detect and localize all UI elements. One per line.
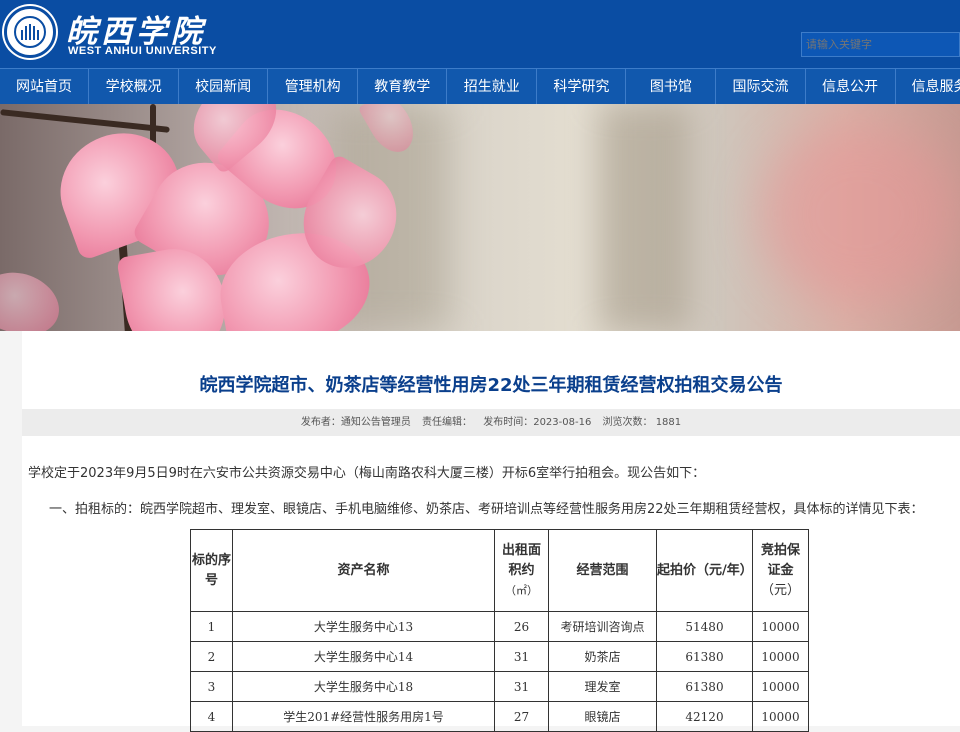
cell-name: 学生201#经营性服务用房1号 <box>232 701 495 732</box>
nav-item-library[interactable]: 图书馆 <box>626 69 717 105</box>
cell-area: 31 <box>494 671 549 702</box>
article-meta: 发布者：通知公告管理员 责任编辑： 发布时间：2023-08-16 浏览次数： … <box>22 409 960 436</box>
meta-date: 发布时间：2023-08-16 <box>483 417 592 428</box>
cell-seq: 1 <box>190 611 233 642</box>
nav-item-disclosure[interactable]: 信息公开 <box>806 69 896 105</box>
branch-shape <box>0 109 170 133</box>
cell-seq: 3 <box>190 671 233 702</box>
cell-name: 大学生服务中心14 <box>232 641 495 672</box>
nav-item-home[interactable]: 网站首页 <box>0 69 90 105</box>
cell-price: 61380 <box>656 641 753 672</box>
cell-price: 42120 <box>656 701 753 732</box>
article-paragraph-2: 一、拍租标的：皖西学院超市、理发室、眼镜店、手机电脑维修、奶茶店、考研培训点等经… <box>49 502 924 517</box>
nav-item-research[interactable]: 科学研究 <box>537 69 627 105</box>
banner-image <box>0 104 960 331</box>
cell-area: 31 <box>494 641 549 672</box>
table-row: 3 大学生服务中心18 31 理发室 61380 10000 <box>190 671 809 702</box>
header-deposit: 竞拍保 证金 （元） <box>752 529 809 612</box>
nav-item-news[interactable]: 校园新闻 <box>179 69 269 105</box>
nav-item-admissions[interactable]: 招生就业 <box>447 69 538 105</box>
nav-item-administration[interactable]: 管理机构 <box>268 69 359 105</box>
blossom-petal <box>0 262 68 331</box>
cell-deposit: 10000 <box>752 641 809 672</box>
table-row: 4 学生201#经营性服务用房1号 27 眼镜店 42120 10000 <box>190 701 809 732</box>
meta-editor: 责任编辑： <box>422 417 473 428</box>
header-price: 起拍价（元/年） <box>656 529 753 612</box>
cell-seq: 4 <box>190 701 233 732</box>
cell-name: 大学生服务中心13 <box>232 611 495 642</box>
table-row: 1 大学生服务中心13 26 考研培训咨询点 51480 10000 <box>190 611 809 642</box>
nav-item-about[interactable]: 学校概况 <box>89 69 180 105</box>
main-nav: 网站首页 学校概况 校园新闻 管理机构 教育教学 招生就业 科学研究 图书馆 国… <box>0 68 960 105</box>
cell-area: 27 <box>494 701 549 732</box>
cell-area: 26 <box>494 611 549 642</box>
cell-deposit: 10000 <box>752 701 809 732</box>
header-scope: 经营范围 <box>548 529 657 612</box>
header-area: 出租面 积约 （㎡） <box>494 529 549 612</box>
cell-scope: 考研培训咨询点 <box>548 611 657 642</box>
cell-deposit: 10000 <box>752 671 809 702</box>
cell-scope: 眼镜店 <box>548 701 657 732</box>
cell-seq: 2 <box>190 641 233 672</box>
site-header: 皖西学院 WEST ANHUI UNIVERSITY <box>0 0 960 68</box>
auction-items-table: 标的序号 资产名称 出租面 积约 （㎡） 经营范围 起拍价（元/年） 竞拍保 证金 （元… <box>190 529 809 732</box>
nav-item-services[interactable]: 信息服务 <box>896 69 960 105</box>
nav-item-international[interactable]: 国际交流 <box>716 69 806 105</box>
cell-scope: 理发室 <box>548 671 657 702</box>
table-row: 2 大学生服务中心14 31 奶茶店 61380 10000 <box>190 641 809 672</box>
university-seal-logo[interactable] <box>4 6 56 58</box>
article-content: 皖西学院超市、奶茶店等经营性用房22处三年期租赁经营权拍租交易公告 发布者：通知… <box>22 331 960 732</box>
cell-deposit: 10000 <box>752 611 809 642</box>
seal-emblem-icon <box>21 24 39 40</box>
cell-scope: 奶茶店 <box>548 641 657 672</box>
nav-item-education[interactable]: 教育教学 <box>358 69 448 105</box>
article-paragraph-1: 学校定于2023年9月5日9时在六安市公共资源交易中心（梅山南路农科大厦三楼）开… <box>28 466 706 481</box>
meta-publisher: 发布者：通知公告管理员 <box>300 417 411 428</box>
cell-price: 51480 <box>656 611 753 642</box>
header-name: 资产名称 <box>232 529 495 612</box>
cell-name: 大学生服务中心18 <box>232 671 495 702</box>
header-seq: 标的序号 <box>190 529 233 612</box>
logo-english-name[interactable]: WEST ANHUI UNIVERSITY <box>68 45 217 57</box>
article-title: 皖西学院超市、奶茶店等经营性用房22处三年期租赁经营权拍租交易公告 <box>199 375 783 396</box>
cell-price: 61380 <box>656 671 753 702</box>
search-input[interactable] <box>801 32 960 57</box>
table-header-row: 标的序号 资产名称 出租面 积约 （㎡） 经营范围 起拍价（元/年） 竞拍保 证金 （元… <box>190 529 809 612</box>
meta-views: 浏览次数： 1881 <box>602 417 682 428</box>
